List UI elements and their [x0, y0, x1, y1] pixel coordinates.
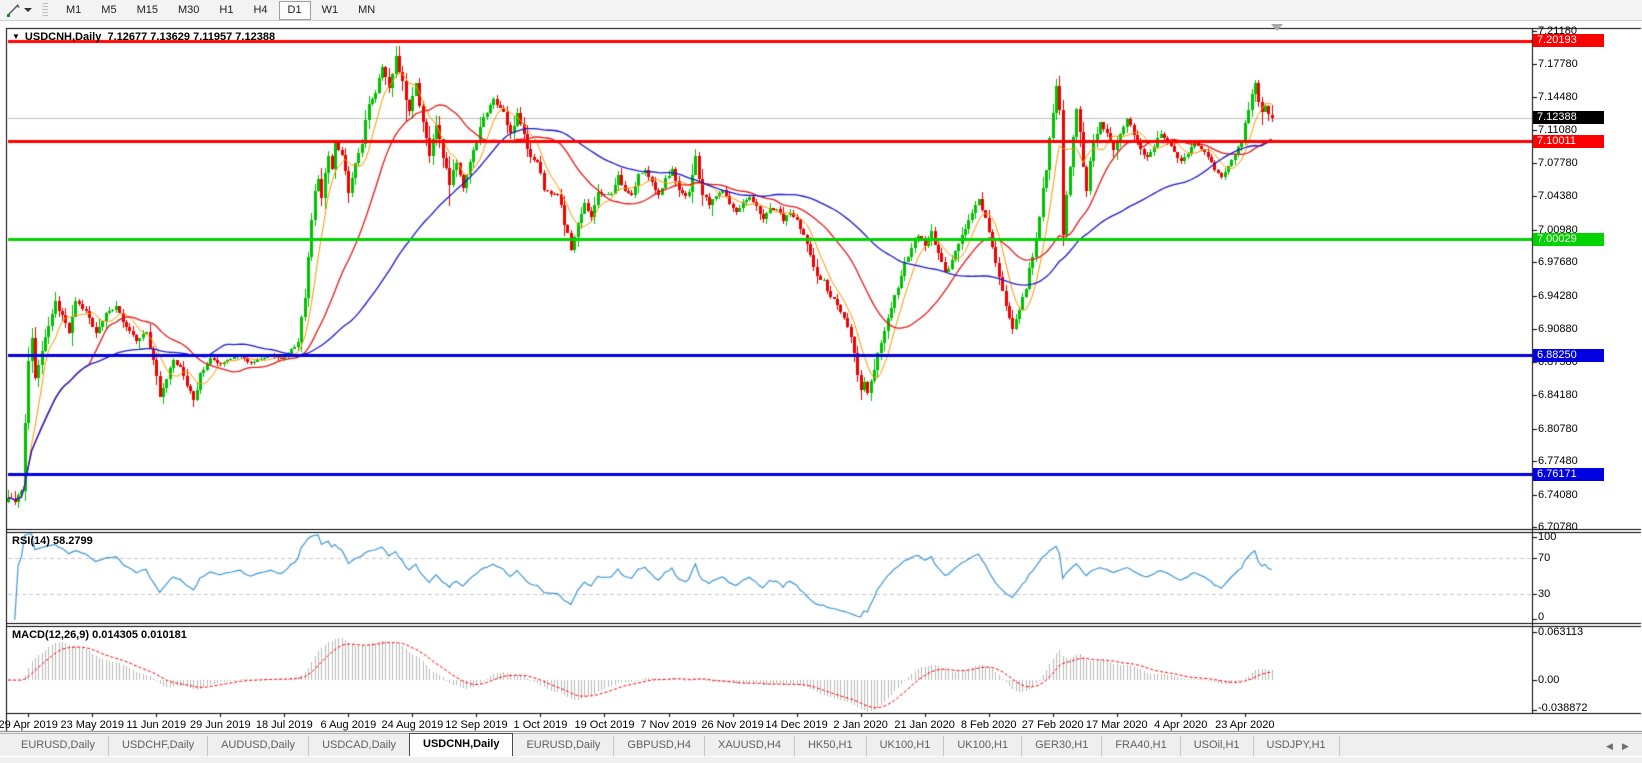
date-tick-label: 2 Jan 2020 [833, 719, 887, 731]
date-tick-label: 18 Jul 2019 [256, 719, 313, 731]
timeframe-button-mn[interactable]: MN [349, 1, 384, 20]
rsi-name: RSI(14) [12, 535, 50, 547]
tab-bar-end-divider [1339, 736, 1341, 756]
timeframe-button-m5[interactable]: M5 [92, 1, 125, 20]
date-tick-label: 1 Oct 2019 [514, 719, 568, 731]
date-tick-label: 11 Jun 2019 [126, 719, 186, 731]
rsi-tick-label: 0 [1538, 611, 1544, 623]
date-tick-label: 24 Aug 2019 [381, 719, 443, 731]
tab-scroll-right-icon[interactable]: ▶ [1622, 741, 1629, 752]
price-tick-label: 7.17780 [1538, 58, 1578, 70]
chart-tab-usdchf-daily[interactable]: USDCHF,Daily [108, 736, 207, 756]
ohlc-readout: 7.12677 7.13629 7.11957 7.12388 [107, 31, 275, 43]
date-tick-label: 12 Sep 2019 [445, 719, 507, 731]
current-price-badge: 7.12388 [1533, 111, 1604, 124]
macd-values: 0.014305 0.010181 [92, 629, 187, 641]
chart-tab-bar: EURUSD,DailyUSDCHF,DailyAUDUSD,DailyUSDC… [0, 733, 1642, 756]
timeframe-button-m1[interactable]: M1 [57, 1, 90, 20]
chart-tab-xauusd-h4[interactable]: XAUUSD,H4 [704, 736, 794, 756]
rsi-tick-label: 30 [1538, 588, 1550, 600]
price-tick-label: 6.84180 [1538, 389, 1578, 401]
trendline-tool-icon[interactable] [4, 2, 22, 18]
rsi-value: 58.2799 [53, 535, 93, 547]
chart-tab-eurusd-daily[interactable]: EURUSD,Daily [8, 736, 108, 756]
price-tick-label: 6.94280 [1538, 290, 1578, 302]
timeframe-toolbar: M1M5M15M30H1H4D1W1MN [56, 1, 385, 20]
price-level-badge: 6.88250 [1533, 349, 1604, 362]
chart-tab-usdjpy-h1[interactable]: USDJPY,H1 [1253, 736, 1339, 756]
timeframe-button-m15[interactable]: M15 [128, 1, 167, 20]
price-level-badge: 6.76171 [1533, 468, 1604, 481]
date-tick-label: 23 Apr 2020 [1215, 719, 1274, 731]
timeframe-button-h4[interactable]: H4 [244, 1, 276, 20]
chart-tab-usoil-h1[interactable]: USOil,H1 [1180, 736, 1253, 756]
macd-name: MACD(12,26,9) [12, 629, 89, 641]
status-strip [0, 757, 1642, 763]
chart-tab-gbpusd-h4[interactable]: GBPUSD,H4 [613, 736, 704, 756]
toolbar-drag-handle[interactable] [42, 3, 48, 17]
price-tick-label: 6.90880 [1538, 323, 1578, 335]
chart-title: ▼ USDCNH,Daily 7.12677 7.13629 7.11957 7.… [12, 31, 275, 43]
macd-indicator-label: MACD(12,26,9) 0.014305 0.010181 [12, 629, 187, 641]
date-tick-label: 8 Feb 2020 [961, 719, 1017, 731]
timeframe-button-h1[interactable]: H1 [210, 1, 242, 20]
date-tick-label: 27 Feb 2020 [1022, 719, 1084, 731]
price-tick-label: 6.77480 [1538, 455, 1578, 467]
date-tick-label: 29 Jun 2019 [190, 719, 251, 731]
price-tick-label: 6.80780 [1538, 423, 1578, 435]
date-tick-label: 19 Oct 2019 [575, 719, 635, 731]
chart-tab-uk100-h1[interactable]: UK100,H1 [943, 736, 1021, 756]
collapse-chart-icon[interactable]: ▼ [12, 32, 20, 41]
timeframe-button-w1[interactable]: W1 [313, 1, 348, 20]
chart-tab-uk100-h1[interactable]: UK100,H1 [866, 736, 944, 756]
chart-shift-marker-icon [1271, 24, 1283, 31]
chart-tab-audusd-daily[interactable]: AUDUSD,Daily [207, 736, 308, 756]
chevron-down-icon[interactable] [24, 8, 32, 12]
price-level-badge: 7.00029 [1533, 233, 1604, 246]
rsi-indicator-label: RSI(14) 58.2799 [12, 535, 93, 547]
chart-tab-usdcad-daily[interactable]: USDCAD,Daily [308, 736, 409, 756]
macd-tick-label: 0.00 [1538, 674, 1559, 686]
rsi-tick-label: 100 [1538, 531, 1556, 543]
date-tick-label: 7 Nov 2019 [640, 719, 696, 731]
macd-tick-label: 0.063113 [1538, 626, 1583, 638]
price-tick-label: 7.14480 [1538, 91, 1578, 103]
price-level-badge: 7.10011 [1533, 135, 1604, 148]
chart-canvas[interactable] [0, 0, 1642, 763]
date-tick-label: 17 Mar 2020 [1086, 719, 1148, 731]
date-tick-label: 14 Dec 2019 [765, 719, 827, 731]
price-tick-label: 7.04380 [1538, 190, 1578, 202]
symbol-period-label: USDCNH,Daily [25, 31, 101, 43]
price-tick-label: 7.07780 [1538, 157, 1578, 169]
tab-scroll-left-icon[interactable]: ◀ [1606, 741, 1613, 752]
price-tick-label: 6.97680 [1538, 256, 1578, 268]
date-tick-label: 26 Nov 2019 [701, 719, 763, 731]
date-tick-label: 23 May 2019 [60, 719, 124, 731]
price-level-badge: 7.20193 [1533, 34, 1604, 47]
chart-tab-fra40-h1[interactable]: FRA40,H1 [1101, 736, 1179, 756]
chart-tab-hk50-h1[interactable]: HK50,H1 [794, 736, 866, 756]
timeframe-button-m30[interactable]: M30 [169, 1, 208, 20]
top-toolbar: M1M5M15M30H1H4D1W1MN [0, 0, 1642, 21]
date-tick-label: 21 Jan 2020 [894, 719, 955, 731]
macd-tick-label: -0.038872 [1538, 702, 1588, 714]
date-tick-label: 4 Apr 2020 [1154, 719, 1207, 731]
date-tick-label: 6 Aug 2019 [321, 719, 377, 731]
price-tick-label: 6.74080 [1538, 489, 1578, 501]
timeframe-button-d1[interactable]: D1 [279, 1, 311, 20]
rsi-tick-label: 70 [1538, 552, 1550, 564]
date-tick-label: 29 Apr 2019 [0, 719, 58, 731]
chart-tab-eurusd-daily[interactable]: EURUSD,Daily [513, 736, 613, 756]
chart-tab-usdcnh-daily[interactable]: USDCNH,Daily [409, 733, 513, 756]
chart-tab-ger30-h1[interactable]: GER30,H1 [1021, 736, 1101, 756]
